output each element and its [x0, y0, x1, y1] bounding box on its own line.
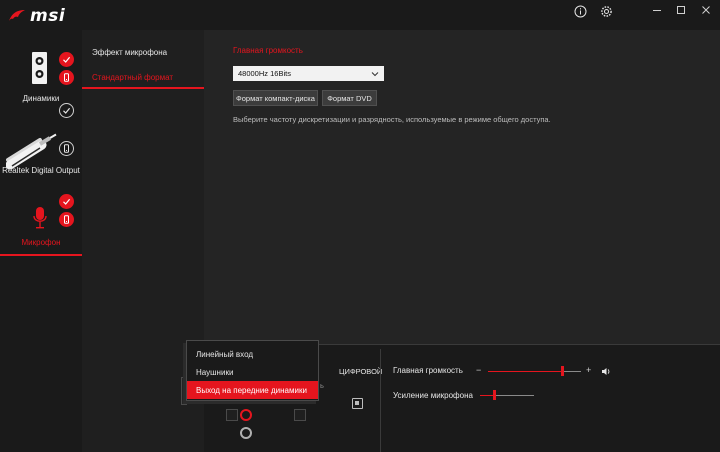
device-list: Динамики Realtek Digital Output Микрофон	[0, 30, 82, 452]
main-panel: Главная громкость 48000Hz 16Bits Формат …	[204, 30, 720, 344]
default-communication-phone-icon[interactable]	[59, 70, 74, 85]
title-bar: msi	[0, 0, 720, 30]
maximize-icon[interactable]	[672, 3, 690, 17]
close-icon[interactable]	[697, 3, 715, 17]
device-digital-output[interactable]: Realtek Digital Output	[0, 103, 82, 184]
master-volume-track[interactable]	[562, 371, 581, 372]
mic-boost-label: Усиление микрофона	[393, 391, 473, 400]
speaker-icon	[32, 52, 47, 84]
device-microphone[interactable]: Микрофон	[0, 184, 82, 258]
volume-minus-icon[interactable]: −	[476, 365, 481, 375]
default-device-check-icon[interactable]	[59, 194, 74, 209]
optical-cable-icon	[6, 133, 57, 170]
front-jack-icon[interactable]	[240, 427, 252, 439]
mic-boost-thumb[interactable]	[493, 390, 496, 400]
submenu-item-mic-effect[interactable]: Эффект микрофона	[92, 48, 167, 57]
active-submenu-indicator	[82, 87, 204, 89]
menu-item-headphones[interactable]: Наушники	[187, 363, 318, 381]
gear-icon[interactable]	[599, 4, 613, 18]
front-jack-active-icon[interactable]	[240, 409, 252, 421]
format-select-value: 48000Hz 16Bits	[238, 69, 291, 78]
volume-plus-icon[interactable]: +	[586, 365, 591, 375]
rear-jack-slot	[226, 409, 238, 421]
logo-text: msi	[30, 6, 66, 26]
master-volume-label: Главная громкость	[393, 366, 463, 375]
panel-divider	[380, 349, 381, 452]
set-default-check-icon[interactable]	[59, 103, 74, 118]
active-device-indicator	[0, 254, 82, 256]
set-communication-phone-icon[interactable]	[59, 141, 74, 156]
rear-jack-slot	[294, 409, 306, 421]
info-icon[interactable]	[573, 4, 587, 18]
device-label: Микрофон	[21, 238, 61, 247]
format-hint: Выберите частоту дискретизации и разрядн…	[233, 115, 551, 124]
jack-function-menu: Линейный вход Наушники Выход на передние…	[186, 340, 319, 401]
digital-port-icon[interactable]	[352, 398, 363, 409]
menu-item-line-in[interactable]: Линейный вход	[187, 345, 318, 363]
device-label: Realtek Digital Output	[2, 166, 80, 175]
msi-logo: msi	[8, 6, 65, 26]
section-title: Главная громкость	[233, 46, 303, 55]
mic-boost-fill	[480, 395, 494, 396]
device-label: Динамики	[22, 94, 60, 103]
master-volume-thumb[interactable]	[561, 366, 564, 376]
default-device-check-icon[interactable]	[59, 52, 74, 67]
default-communication-phone-icon[interactable]	[59, 212, 74, 227]
msi-dragon-icon	[9, 10, 25, 21]
mic-boost-track[interactable]	[494, 395, 534, 396]
dvd-format-button[interactable]: Формат DVD	[322, 90, 377, 106]
speaker-volume-icon[interactable]	[601, 367, 611, 376]
submenu-item-default-format[interactable]: Стандартный формат	[92, 73, 173, 82]
cd-format-button[interactable]: Формат компакт-диска	[233, 90, 318, 106]
digital-label: ЦИФРОВОЙ	[339, 367, 383, 376]
chevron-down-icon	[371, 71, 379, 76]
obscured-label: ь	[320, 381, 324, 390]
master-volume-fill	[488, 371, 562, 372]
device-speakers[interactable]: Динамики	[0, 30, 82, 112]
format-select[interactable]: 48000Hz 16Bits	[233, 66, 384, 81]
menu-item-front-speakers[interactable]: Выход на передние динамики	[187, 381, 318, 399]
minimize-icon[interactable]	[648, 3, 666, 17]
microphone-icon	[33, 207, 47, 229]
